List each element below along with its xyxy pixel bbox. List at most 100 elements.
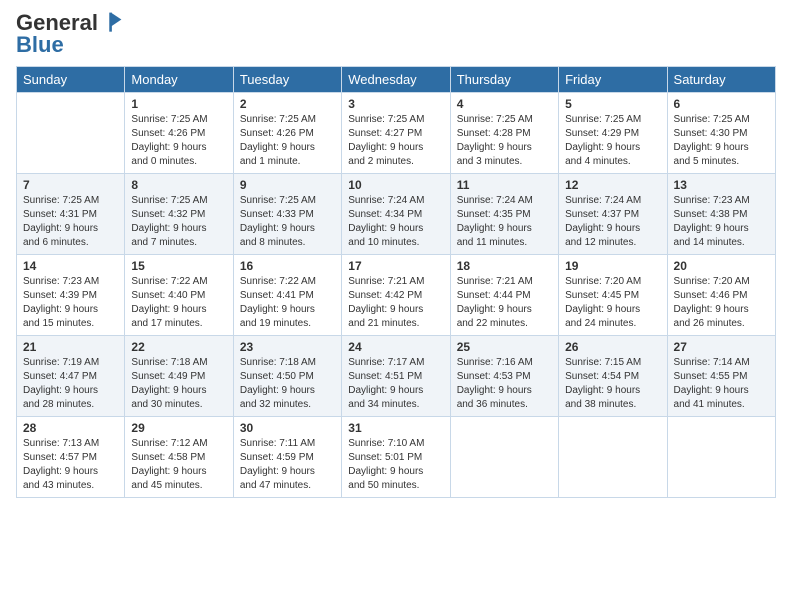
day-info: Sunrise: 7:22 AM Sunset: 4:40 PM Dayligh… [131,275,226,331]
day-number: 7 [23,178,118,192]
calendar-cell [17,93,125,174]
day-number: 3 [348,97,443,111]
calendar-cell: 1Sunrise: 7:25 AM Sunset: 4:26 PM Daylig… [125,93,233,174]
day-info: Sunrise: 7:25 AM Sunset: 4:26 PM Dayligh… [240,113,335,169]
day-number: 8 [131,178,226,192]
day-number: 31 [348,421,443,435]
day-info: Sunrise: 7:25 AM Sunset: 4:33 PM Dayligh… [240,194,335,250]
page-container: General Blue SundayMondayTuesdayWednesda… [0,0,792,508]
calendar-cell [667,417,775,498]
day-info: Sunrise: 7:25 AM Sunset: 4:30 PM Dayligh… [674,113,769,169]
day-info: Sunrise: 7:25 AM Sunset: 4:27 PM Dayligh… [348,113,443,169]
day-number: 27 [674,340,769,354]
calendar-cell: 26Sunrise: 7:15 AM Sunset: 4:54 PM Dayli… [559,336,667,417]
day-info: Sunrise: 7:20 AM Sunset: 4:45 PM Dayligh… [565,275,660,331]
calendar-cell: 15 Sunrise: 7:22 AM Sunset: 4:40 PM Dayli… [125,255,233,336]
day-number: 13 [674,178,769,192]
calendar-cell: 25 Sunrise: 7:16 AM Sunset: 4:53 PM Dayli… [450,336,558,417]
calendar-week-4: 21Sunrise: 7:19 AM Sunset: 4:47 PM Dayli… [17,336,776,417]
day-number: 20 [674,259,769,273]
day-number: 22 [131,340,226,354]
day-number: 28 [23,421,118,435]
weekday-header-monday: Monday [125,67,233,93]
day-info: Sunrise: 7:25 AM Sunset: 4:29 PM Dayligh… [565,113,660,169]
logo-blue-line: Blue [16,32,64,58]
calendar-table: SundayMondayTuesdayWednesdayThursdayFrid… [16,66,776,498]
calendar-cell: 8 Sunrise: 7:25 AM Sunset: 4:32 PM Daylig… [125,174,233,255]
day-number: 16 [240,259,335,273]
day-info: Sunrise: 7:25 AM Sunset: 4:31 PM Dayligh… [23,194,118,250]
day-number: 6 [674,97,769,111]
calendar-cell: 2 Sunrise: 7:25 AM Sunset: 4:26 PM Daylig… [233,93,341,174]
calendar-cell: 5Sunrise: 7:25 AM Sunset: 4:29 PM Daylig… [559,93,667,174]
day-info: Sunrise: 7:25 AM Sunset: 4:32 PM Dayligh… [131,194,226,250]
weekday-header-friday: Friday [559,67,667,93]
day-number: 2 [240,97,335,111]
day-number: 14 [23,259,118,273]
day-number: 30 [240,421,335,435]
day-info: Sunrise: 7:10 AM Sunset: 5:01 PM Dayligh… [348,437,443,493]
day-info: Sunrise: 7:16 AM Sunset: 4:53 PM Dayligh… [457,356,552,412]
day-info: Sunrise: 7:11 AM Sunset: 4:59 PM Dayligh… [240,437,335,493]
calendar-cell: 20 Sunrise: 7:20 AM Sunset: 4:46 PM Dayli… [667,255,775,336]
day-info: Sunrise: 7:20 AM Sunset: 4:46 PM Dayligh… [674,275,769,331]
calendar-cell: 28 Sunrise: 7:13 AM Sunset: 4:57 PM Dayli… [17,417,125,498]
day-number: 15 [131,259,226,273]
day-number: 25 [457,340,552,354]
calendar-cell: 3 Sunrise: 7:25 AM Sunset: 4:27 PM Daylig… [342,93,450,174]
calendar-cell: 9Sunrise: 7:25 AM Sunset: 4:33 PM Daylig… [233,174,341,255]
day-info: Sunrise: 7:24 AM Sunset: 4:37 PM Dayligh… [565,194,660,250]
calendar-cell: 30 Sunrise: 7:11 AM Sunset: 4:59 PM Dayli… [233,417,341,498]
calendar-cell [559,417,667,498]
calendar-week-2: 7 Sunrise: 7:25 AM Sunset: 4:31 PM Daylig… [17,174,776,255]
day-number: 4 [457,97,552,111]
weekday-header-thursday: Thursday [450,67,558,93]
calendar-cell: 24Sunrise: 7:17 AM Sunset: 4:51 PM Dayli… [342,336,450,417]
day-info: Sunrise: 7:21 AM Sunset: 4:44 PM Dayligh… [457,275,552,331]
weekday-header-wednesday: Wednesday [342,67,450,93]
day-number: 19 [565,259,660,273]
day-info: Sunrise: 7:21 AM Sunset: 4:42 PM Dayligh… [348,275,443,331]
calendar-cell: 27 Sunrise: 7:14 AM Sunset: 4:55 PM Dayli… [667,336,775,417]
calendar-cell: 17Sunrise: 7:21 AM Sunset: 4:42 PM Dayli… [342,255,450,336]
calendar-cell: 14 Sunrise: 7:23 AM Sunset: 4:39 PM Dayli… [17,255,125,336]
calendar-cell: 13 Sunrise: 7:23 AM Sunset: 4:38 PM Dayli… [667,174,775,255]
calendar-cell: 22 Sunrise: 7:18 AM Sunset: 4:49 PM Dayli… [125,336,233,417]
day-info: Sunrise: 7:24 AM Sunset: 4:34 PM Dayligh… [348,194,443,250]
calendar-week-3: 14 Sunrise: 7:23 AM Sunset: 4:39 PM Dayli… [17,255,776,336]
calendar-cell: 19 Sunrise: 7:20 AM Sunset: 4:45 PM Dayli… [559,255,667,336]
calendar-cell: 23Sunrise: 7:18 AM Sunset: 4:50 PM Dayli… [233,336,341,417]
day-number: 10 [348,178,443,192]
day-info: Sunrise: 7:13 AM Sunset: 4:57 PM Dayligh… [23,437,118,493]
day-number: 11 [457,178,552,192]
logo: General Blue [16,10,124,58]
calendar-week-5: 28 Sunrise: 7:13 AM Sunset: 4:57 PM Dayli… [17,417,776,498]
calendar-cell [450,417,558,498]
calendar-cell: 29Sunrise: 7:12 AM Sunset: 4:58 PM Dayli… [125,417,233,498]
logo-icon [98,10,124,36]
calendar-cell: 10 Sunrise: 7:24 AM Sunset: 4:34 PM Dayli… [342,174,450,255]
weekday-header-tuesday: Tuesday [233,67,341,93]
day-info: Sunrise: 7:23 AM Sunset: 4:39 PM Dayligh… [23,275,118,331]
day-info: Sunrise: 7:18 AM Sunset: 4:49 PM Dayligh… [131,356,226,412]
day-info: Sunrise: 7:17 AM Sunset: 4:51 PM Dayligh… [348,356,443,412]
day-number: 26 [565,340,660,354]
calendar-cell: 16 Sunrise: 7:22 AM Sunset: 4:41 PM Dayli… [233,255,341,336]
weekday-header-saturday: Saturday [667,67,775,93]
day-number: 21 [23,340,118,354]
day-number: 1 [131,97,226,111]
day-info: Sunrise: 7:24 AM Sunset: 4:35 PM Dayligh… [457,194,552,250]
day-info: Sunrise: 7:25 AM Sunset: 4:28 PM Dayligh… [457,113,552,169]
calendar-cell: 4 Sunrise: 7:25 AM Sunset: 4:28 PM Daylig… [450,93,558,174]
header: General Blue [16,10,776,58]
calendar-cell: 11 Sunrise: 7:24 AM Sunset: 4:35 PM Dayli… [450,174,558,255]
day-info: Sunrise: 7:23 AM Sunset: 4:38 PM Dayligh… [674,194,769,250]
calendar-cell: 18Sunrise: 7:21 AM Sunset: 4:44 PM Dayli… [450,255,558,336]
day-number: 23 [240,340,335,354]
calendar-cell: 21Sunrise: 7:19 AM Sunset: 4:47 PM Dayli… [17,336,125,417]
day-number: 12 [565,178,660,192]
calendar-cell: 6 Sunrise: 7:25 AM Sunset: 4:30 PM Daylig… [667,93,775,174]
calendar-cell: 12 Sunrise: 7:24 AM Sunset: 4:37 PM Dayli… [559,174,667,255]
day-info: Sunrise: 7:14 AM Sunset: 4:55 PM Dayligh… [674,356,769,412]
day-info: Sunrise: 7:22 AM Sunset: 4:41 PM Dayligh… [240,275,335,331]
